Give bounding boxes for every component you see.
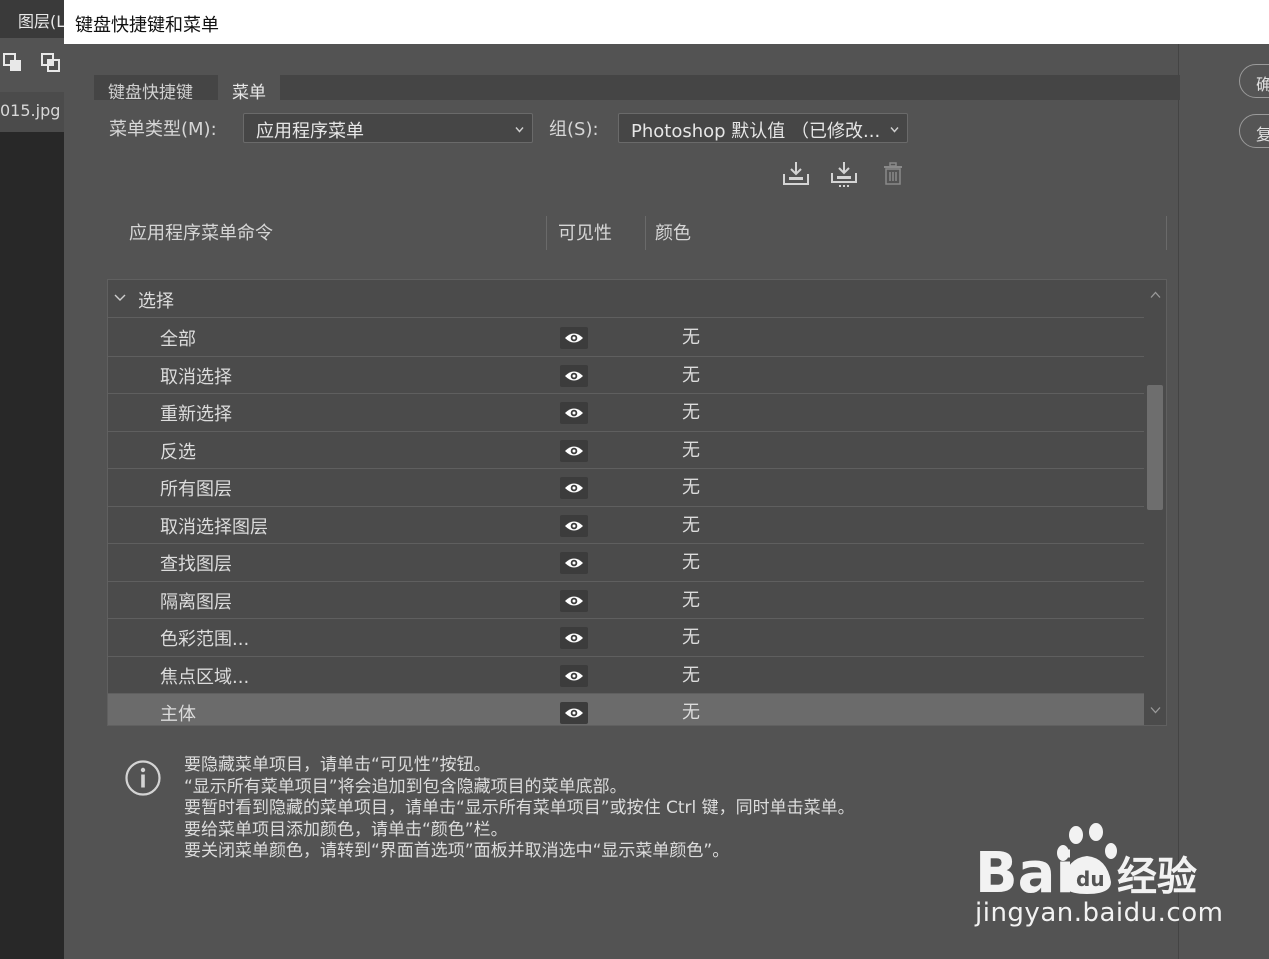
table-row[interactable]: 重新选择 无 [108,394,1144,432]
group-label-select: 选择 [138,291,174,312]
row-color-value[interactable]: 无 [682,323,700,349]
eye-icon[interactable] [560,589,588,612]
info-line: “显示所有菜单项目”将会追加到包含隐藏项目的菜单底部。 [184,776,627,797]
table-row[interactable]: 查找图层 无 [108,544,1144,582]
reset-button[interactable]: 复 [1239,114,1269,148]
tab-menus[interactable]: 菜单 [218,75,280,103]
table-row[interactable]: 反选 无 [108,432,1144,469]
table-row[interactable]: 焦点区域... 无 [108,657,1144,694]
eye-icon[interactable] [560,402,588,424]
column-divider[interactable] [546,216,547,250]
group-row-select[interactable]: 选择 [108,280,1144,318]
chevron-down-icon[interactable] [1150,706,1161,714]
group-value: Photoshop 默认值 （已修改... [631,121,881,142]
chevron-up-icon[interactable] [1150,291,1161,299]
app-background-strip: 图层(L 015.jpg ( [0,0,64,959]
dialog-title: 键盘快捷键和菜单 [64,0,1269,44]
eye-icon[interactable] [560,514,588,537]
row-command-label: 取消选择图层 [160,516,268,538]
group-select[interactable]: Photoshop 默认值 （已修改... [618,113,908,143]
row-color-value[interactable]: 无 [682,398,700,424]
eye-icon[interactable] [560,364,588,387]
column-divider[interactable] [645,216,646,250]
menu-type-select[interactable]: 应用程序菜单 [243,113,533,143]
scrollbar-thumb[interactable] [1147,385,1163,510]
row-color-value[interactable]: 无 [682,586,700,612]
row-color-value[interactable]: 无 [682,661,700,687]
row-command-label: 隔离图层 [160,591,232,613]
document-tab[interactable]: 015.jpg ( [0,92,64,132]
column-header-command: 应用程序菜单命令 [129,223,273,244]
info-line: 要关闭菜单颜色，请转到“界面首选项”面板并取消选中“显示菜单颜色”。 [184,841,730,861]
table-row[interactable]: 取消选择 无 [108,357,1144,394]
row-command-label: 焦点区域... [160,666,250,688]
column-divider [1166,216,1167,250]
eye-icon[interactable] [560,702,588,724]
subtract-shape-icon[interactable] [2,52,24,74]
baidu-jingyan-watermark-logo: Bai du 经验 [975,823,1197,900]
group-label: 组(S): [549,119,599,140]
row-command-label: 主体 [160,704,196,725]
row-command-label: 色彩范围... [160,629,250,650]
table-row[interactable]: 主体 无 [108,694,1144,725]
watermark-url: jingyan.baidu.com [975,898,1224,928]
row-color-value[interactable]: 无 [682,436,700,462]
table-row[interactable]: 色彩范围... 无 [108,619,1144,657]
menu-command-table: 选择 全部无取消选择无重新选择无反选无所有图层无取消选择图层无查找图层无隔离图层… [107,279,1167,726]
info-line: 要暂时看到隐藏的菜单项目，请单击“显示所有菜单项目”或按住 Ctrl 键，同时单… [184,798,855,818]
save-set-icon[interactable] [782,160,810,188]
menu-type-label: 菜单类型(M): [109,119,217,140]
row-color-value[interactable]: 无 [682,548,700,574]
row-command-label: 全部 [160,329,196,350]
row-command-label: 反选 [160,441,196,463]
trash-icon[interactable] [879,160,907,188]
eye-icon[interactable] [560,439,588,462]
row-command-label: 取消选择 [160,366,232,388]
layers-panel-tab[interactable]: 图层(L [0,0,64,38]
column-header-visibility: 可见性 [558,223,612,244]
row-color-value[interactable]: 无 [682,623,700,649]
table-row[interactable]: 全部 无 [108,319,1144,357]
ok-button[interactable]: 确 [1239,64,1269,98]
chevron-down-icon [515,127,524,133]
tab-bar: 键盘快捷键 菜单 [94,75,1180,103]
eye-icon[interactable] [560,627,588,649]
svg-text:du: du [1076,867,1105,891]
watermark-brand-right: 经验 [1117,854,1197,900]
save-set-as-icon[interactable] [830,160,858,188]
row-color-value[interactable]: 无 [682,511,700,537]
info-icon [125,760,161,796]
table-row[interactable]: 隔离图层 无 [108,582,1144,619]
eye-icon[interactable] [560,327,588,349]
row-command-label: 查找图层 [160,554,232,575]
table-row[interactable]: 所有图层 无 [108,469,1144,507]
info-line: 要给菜单项目添加颜色，请单击“颜色”栏。 [184,819,508,840]
app-toolbar [0,38,64,92]
eye-icon[interactable] [560,664,588,687]
chevron-down-icon [890,127,899,133]
info-text: 要隐藏菜单项目，请单击“可见性”按钮。 “显示所有菜单项目”将会追加到包含隐藏项… [184,755,855,863]
table-scrollbar[interactable] [1144,280,1166,725]
row-color-value[interactable]: 无 [682,698,700,724]
tab-keyboard-shortcuts[interactable]: 键盘快捷键 [94,75,218,103]
column-header-color: 颜色 [655,223,691,244]
row-command-label: 所有图层 [160,479,232,500]
keyboard-shortcuts-menus-dialog: 键盘快捷键和菜单 键盘快捷键 菜单 菜单类型(M): 应用程序菜单 组(S): … [64,0,1269,959]
row-color-value[interactable]: 无 [682,473,700,499]
eye-icon[interactable] [560,477,588,499]
info-line: 要隐藏菜单项目，请单击“可见性”按钮。 [184,755,491,775]
chevron-down-icon[interactable] [114,293,126,303]
row-color-value[interactable]: 无 [682,361,700,387]
intersect-shape-icon[interactable] [40,52,62,74]
table-row[interactable]: 取消选择图层 无 [108,507,1144,544]
menu-type-value: 应用程序菜单 [256,121,364,142]
eye-icon[interactable] [560,552,588,574]
row-command-label: 重新选择 [160,404,232,425]
